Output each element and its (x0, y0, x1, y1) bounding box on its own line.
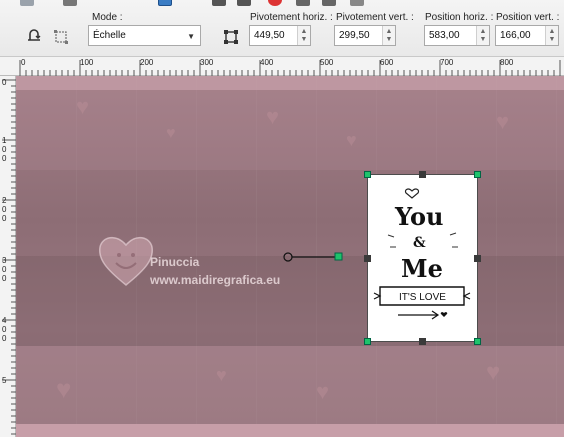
ruler-label: 400 (260, 58, 274, 67)
edge-handle[interactable] (419, 171, 426, 178)
heart-icon: ♥ (216, 365, 227, 385)
transform-icon[interactable] (51, 27, 71, 47)
heart-icon: ♥ (166, 125, 176, 142)
vertical-ruler[interactable]: 0 1 0 0 2 0 0 3 0 0 4 0 0 5 (0, 76, 16, 437)
tool-options-bar: Mode : Échelle ▼ Pivotement horiz. : 449… (0, 0, 564, 57)
pivot-y-value: 299,50 (339, 30, 370, 41)
rotation-handle[interactable] (280, 250, 350, 264)
ruler-label: 500 (320, 58, 334, 67)
card-banner-text: IT'S LOVE (399, 292, 446, 303)
ruler-label: 0 (2, 78, 7, 87)
position-y-value: 166,00 (500, 30, 531, 41)
pivot-y-spinner[interactable]: ▲ ▼ (382, 26, 395, 45)
watermark: Pinuccia www.maidiregrafica.eu (96, 231, 336, 301)
position-y-input[interactable]: 166,00 ▲ ▼ (495, 25, 559, 46)
heart-icon: ♥ (56, 374, 72, 404)
texture-band (16, 90, 564, 170)
mode-value: Échelle (93, 30, 126, 41)
ruler-label: 100 (80, 58, 94, 67)
edge-handle[interactable] (474, 255, 481, 262)
position-x-input[interactable]: 583,00 ▲ ▼ (424, 25, 490, 46)
corner-handle[interactable] (474, 338, 481, 345)
heart-icon: ♥ (496, 109, 510, 134)
selected-card-layer[interactable]: You & Me IT'S LOVE (364, 171, 481, 345)
tool-icon[interactable] (322, 0, 336, 6)
active-tool-icon[interactable] (158, 0, 172, 6)
image-canvas[interactable]: ♥ ♥ ♥ ♥ ♥ ♥ ♥ ♥ ♥ Pinuccia www.maidiregr… (16, 76, 564, 437)
watermark-name: Pinuccia (150, 255, 200, 269)
position-y-spinner[interactable]: ▲ ▼ (545, 26, 558, 45)
heart-icon: ♥ (316, 379, 330, 404)
ruler-label: 4 0 0 (2, 316, 7, 343)
tool-icon[interactable] (237, 0, 251, 6)
mode-label: Mode : (92, 12, 123, 23)
edge-handle[interactable] (419, 338, 426, 345)
position-y-label: Position vert. : (496, 12, 560, 23)
tool-icon[interactable] (63, 0, 77, 6)
tool-icon[interactable] (350, 0, 364, 6)
heart-icon: ♥ (266, 104, 280, 129)
ruler-label: 3 0 0 (2, 256, 7, 283)
heart-icon: ♥ (486, 359, 501, 386)
ruler-label: 2 0 0 (2, 196, 7, 223)
ruler-label: 700 (440, 58, 454, 67)
ruler-label: 5 (2, 376, 7, 385)
heart-logo-icon (98, 236, 154, 286)
pivot-x-input[interactable]: 449,50 ▲ ▼ (249, 25, 311, 46)
position-x-label: Position horiz. : (425, 12, 494, 23)
pivot-x-spinner[interactable]: ▲ ▼ (297, 26, 310, 45)
texture-band (16, 346, 564, 426)
heart-icon: ♥ (346, 130, 357, 150)
top-heart-border (16, 76, 564, 90)
ruler-label: 800 (500, 58, 514, 67)
card-text-you: You (394, 202, 444, 231)
watermark-url: www.maidiregrafica.eu (150, 273, 281, 287)
ruler-label: 300 (200, 58, 214, 67)
pivot-y-input[interactable]: 299,50 ▲ ▼ (334, 25, 396, 46)
app-window: Mode : Échelle ▼ Pivotement horiz. : 449… (0, 0, 564, 437)
edge-handle[interactable] (364, 255, 371, 262)
pivot-x-value: 449,50 (254, 30, 285, 41)
you-and-me-artwork: You & Me IT'S LOVE (373, 188, 471, 320)
mode-select[interactable]: Échelle ▼ (88, 25, 201, 46)
ruler-label: 200 (140, 58, 154, 67)
tool-icon[interactable] (20, 0, 34, 6)
card-text-me: Me (401, 254, 443, 283)
pivot-x-label: Pivotement horiz. : (250, 12, 333, 23)
reset-icon[interactable] (24, 27, 44, 47)
bottom-heart-border (16, 424, 564, 437)
corner-handle[interactable] (364, 171, 371, 178)
corner-handle[interactable] (364, 338, 371, 345)
pivot-y-label: Pivotement vert. : (336, 12, 414, 23)
tool-icon[interactable] (296, 0, 310, 6)
chevron-down-icon: ▼ (187, 32, 195, 41)
corner-handle[interactable] (474, 171, 481, 178)
ruler-label: 1 0 0 (2, 136, 7, 163)
ruler-label: 0 (21, 58, 26, 67)
position-x-spinner[interactable]: ▲ ▼ (476, 26, 489, 45)
record-icon[interactable] (268, 0, 282, 6)
card-text-amp: & (413, 235, 426, 251)
position-x-value: 583,00 (429, 30, 460, 41)
top-icon-strip (0, 0, 564, 8)
pivot-icon[interactable] (221, 27, 241, 47)
horizontal-ruler[interactable]: 0 100 200 300 400 500 600 700 800 (0, 57, 564, 76)
ruler-label: 600 (380, 58, 394, 67)
heart-icon: ♥ (76, 94, 90, 119)
tool-icon[interactable] (212, 0, 226, 6)
